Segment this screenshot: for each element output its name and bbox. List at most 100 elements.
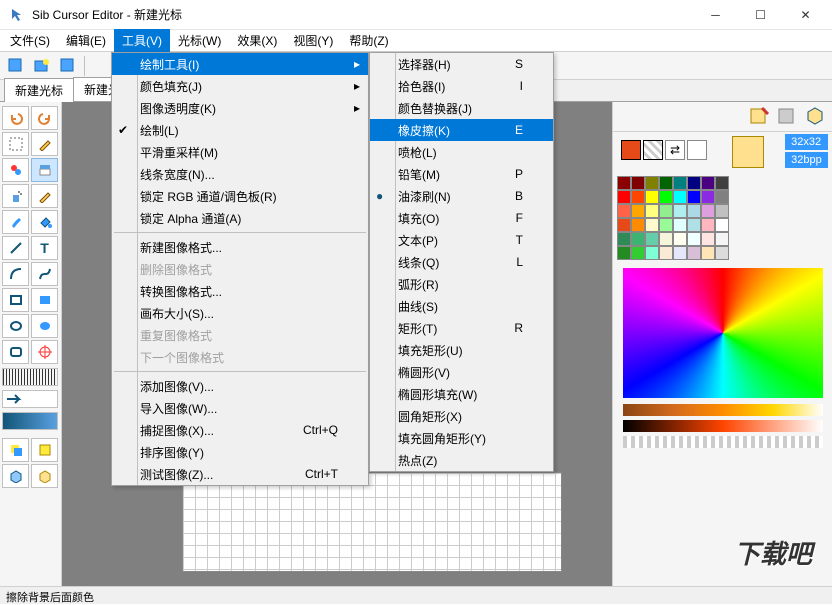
dd-new-fmt[interactable]: 新建图像格式... [112, 236, 368, 258]
sat-bar[interactable] [623, 420, 823, 432]
dd-smooth[interactable]: 平滑重采样(M) [112, 141, 368, 163]
tool-picker[interactable] [31, 132, 58, 156]
color-swatch[interactable] [673, 204, 687, 218]
sub-frect[interactable]: 填充矩形(U) [370, 339, 553, 361]
rt-add-icon[interactable] [748, 106, 772, 130]
color-swatch[interactable] [645, 190, 659, 204]
color-swatch[interactable] [645, 246, 659, 260]
tool-text[interactable]: T [31, 236, 58, 260]
tool-curve[interactable] [31, 262, 58, 286]
color-swatch[interactable] [687, 232, 701, 246]
dd-opacity[interactable]: 图像透明度(K)▸ [112, 97, 368, 119]
dd-lock-rgb[interactable]: 锁定 RGB 通道/调色板(R) [112, 185, 368, 207]
tool-brush[interactable] [2, 210, 29, 234]
color-swatch[interactable] [617, 190, 631, 204]
tool-arc[interactable] [2, 262, 29, 286]
tool-spray[interactable] [2, 184, 29, 208]
hue-bar[interactable] [623, 404, 823, 416]
val-bar[interactable] [623, 436, 823, 448]
color-swatch[interactable] [673, 218, 687, 232]
swap-colors-icon[interactable]: ⇄ [665, 140, 685, 160]
brush-preview-1[interactable] [2, 368, 58, 386]
tb-new-icon[interactable] [4, 54, 28, 78]
canvas-grid[interactable] [182, 472, 562, 572]
sub-ellipse[interactable]: 椭圆形(V) [370, 361, 553, 383]
tool-filled-ellipse[interactable] [31, 314, 58, 338]
default-colors-icon[interactable] [687, 140, 707, 160]
tool-3d-b[interactable] [31, 464, 58, 488]
color-swatch[interactable] [631, 190, 645, 204]
color-swatch[interactable] [645, 232, 659, 246]
dd-color-fill[interactable]: 颜色填充(J)▸ [112, 75, 368, 97]
sub-hotspot[interactable]: 热点(Z) [370, 449, 553, 471]
color-swatch[interactable] [701, 218, 715, 232]
dd-import-img[interactable]: 导入图像(W)... [112, 397, 368, 419]
sub-fellipse[interactable]: 椭圆形填充(W) [370, 383, 553, 405]
tool-select[interactable] [2, 132, 29, 156]
menu-edit[interactable]: 编辑(E) [58, 29, 114, 52]
maximize-button[interactable]: ☐ [738, 1, 783, 29]
color-swatch[interactable] [631, 246, 645, 260]
sub-replacer[interactable]: 颜色替换器(J) [370, 97, 553, 119]
color-swatch[interactable] [701, 176, 715, 190]
dd-add-img[interactable]: 添加图像(V)... [112, 375, 368, 397]
color-swatch[interactable] [715, 190, 729, 204]
menu-cursor[interactable]: 光标(W) [170, 29, 229, 52]
tool-rounded-rect[interactable] [2, 340, 29, 364]
color-swatch[interactable] [617, 232, 631, 246]
color-swatch[interactable] [645, 176, 659, 190]
color-swatch[interactable] [701, 232, 715, 246]
color-swatch[interactable] [687, 246, 701, 260]
color-swatch[interactable] [659, 232, 673, 246]
tb-open-icon[interactable] [30, 54, 54, 78]
color-swatch[interactable] [701, 204, 715, 218]
minimize-button[interactable]: ─ [693, 1, 738, 29]
color-swatch[interactable] [715, 246, 729, 260]
sub-brush[interactable]: ●油漆刷(N)B [370, 185, 553, 207]
tb-save-icon[interactable] [56, 54, 80, 78]
color-swatch[interactable] [659, 190, 673, 204]
color-swatch[interactable] [687, 176, 701, 190]
color-swatch[interactable] [687, 204, 701, 218]
color-swatch[interactable] [617, 176, 631, 190]
sub-pencil[interactable]: 铅笔(M)P [370, 163, 553, 185]
menu-file[interactable]: 文件(S) [2, 29, 58, 52]
color-swatch[interactable] [617, 204, 631, 218]
tool-line[interactable] [2, 236, 29, 260]
color-swatch[interactable] [687, 190, 701, 204]
color-swatch[interactable] [687, 218, 701, 232]
color-swatch[interactable] [715, 218, 729, 232]
tool-filled-rect[interactable] [31, 288, 58, 312]
sub-arc[interactable]: 弧形(R) [370, 273, 553, 295]
tool-ellipse[interactable] [2, 314, 29, 338]
dd-conv-fmt[interactable]: 转换图像格式... [112, 280, 368, 302]
close-button[interactable]: ✕ [783, 1, 828, 29]
tool-redo[interactable] [31, 106, 58, 130]
dd-sort[interactable]: 排序图像(Y) [112, 441, 368, 463]
rt-remove-icon[interactable] [776, 106, 800, 130]
color-swatch[interactable] [673, 246, 687, 260]
color-picker[interactable] [623, 268, 823, 398]
color-swatch[interactable] [659, 246, 673, 260]
sub-text[interactable]: 文本(P)T [370, 229, 553, 251]
color-swatch[interactable] [617, 246, 631, 260]
dd-capture[interactable]: 捕捉图像(X)...Ctrl+Q [112, 419, 368, 441]
tool-replacer[interactable] [2, 158, 29, 182]
color-swatch[interactable] [715, 232, 729, 246]
color-swatch[interactable] [701, 190, 715, 204]
dd-line-width[interactable]: 线条宽度(N)... [112, 163, 368, 185]
tool-layer-a[interactable] [2, 438, 29, 462]
menu-tools[interactable]: 工具(V) [114, 29, 170, 52]
color-swatch[interactable] [659, 218, 673, 232]
color-swatch[interactable] [659, 204, 673, 218]
sub-curve[interactable]: 曲线(S) [370, 295, 553, 317]
color-swatch[interactable] [701, 246, 715, 260]
rt-apply-icon[interactable] [804, 106, 828, 130]
tool-layer-b[interactable] [31, 438, 58, 462]
sub-rrect[interactable]: 圆角矩形(X) [370, 405, 553, 427]
color-swatch[interactable] [645, 204, 659, 218]
dd-lock-alpha[interactable]: 锁定 Alpha 通道(A) [112, 207, 368, 229]
dd-canvas-size[interactable]: 画布大小(S)... [112, 302, 368, 324]
sub-frrect[interactable]: 填充圆角矩形(Y) [370, 427, 553, 449]
dd-draw-tools[interactable]: 绘制工具(I)▸ [112, 53, 368, 75]
